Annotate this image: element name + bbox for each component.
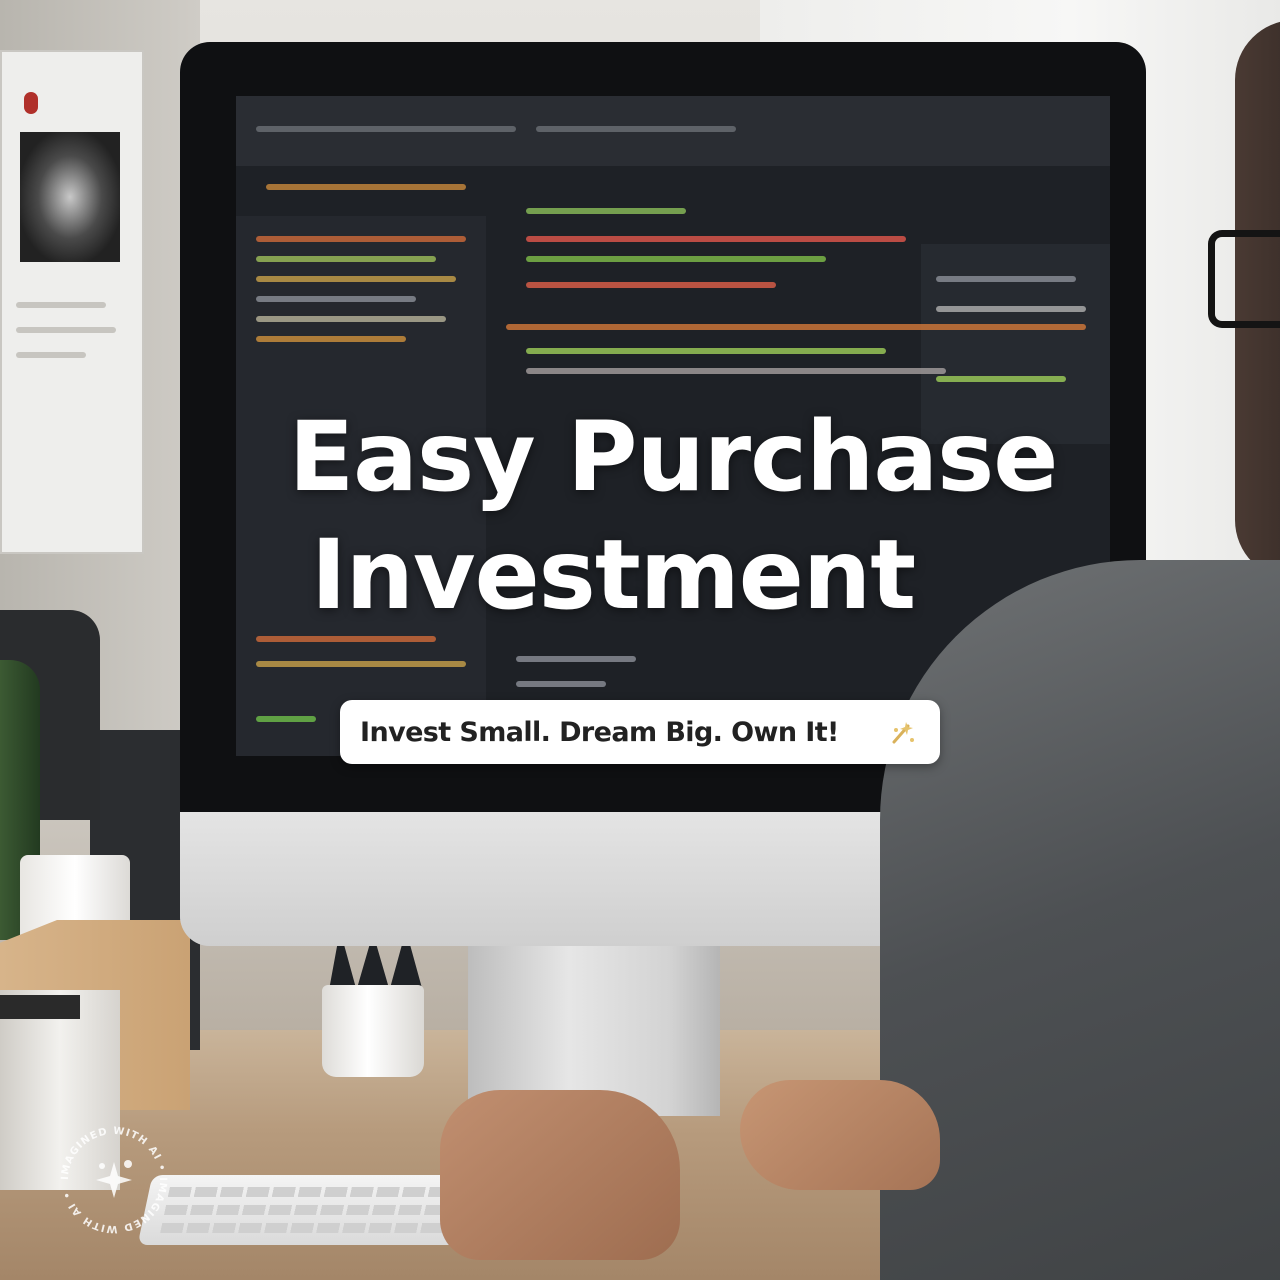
code-line xyxy=(526,282,776,288)
code-line xyxy=(266,184,466,190)
poster-pin xyxy=(24,92,38,114)
code-line xyxy=(936,376,1066,382)
headline-line-2: Investment xyxy=(310,519,916,631)
tagline-pill: Invest Small. Dream Big. Own It! xyxy=(340,700,940,764)
code-line xyxy=(526,256,826,262)
code-line xyxy=(526,236,906,242)
poster-line xyxy=(16,302,106,308)
code-line xyxy=(256,336,406,342)
tagline-text: Invest Small. Dream Big. Own It! xyxy=(360,716,839,748)
pen-holder-mug xyxy=(322,985,424,1077)
code-line xyxy=(256,236,466,242)
code-line xyxy=(256,636,436,642)
code-line xyxy=(936,306,1086,312)
code-line xyxy=(506,324,1086,330)
ai-watermark: IMAGINED WITH AI • IMAGINED WITH AI • xyxy=(60,1126,167,1235)
code-line xyxy=(256,276,456,282)
code-line xyxy=(526,368,946,374)
poster-line xyxy=(16,327,116,333)
code-line xyxy=(256,661,466,667)
code-line xyxy=(536,126,736,132)
code-line xyxy=(256,716,316,722)
poster-image xyxy=(20,132,120,262)
code-line xyxy=(256,126,516,132)
code-line xyxy=(936,276,1076,282)
code-line xyxy=(256,296,416,302)
ai-sparkle-icon xyxy=(96,1160,132,1198)
sparkle-icon xyxy=(892,722,914,744)
wall-poster xyxy=(0,50,144,554)
code-line xyxy=(516,681,606,687)
left-hand xyxy=(440,1090,680,1260)
right-hand xyxy=(740,1080,940,1190)
code-line xyxy=(526,348,886,354)
person-shoulder xyxy=(880,560,1280,1280)
headline-line-1: Easy Purchase xyxy=(288,401,1059,513)
desk-box-lid xyxy=(0,995,80,1019)
code-line xyxy=(256,316,446,322)
code-line xyxy=(516,656,636,662)
code-line xyxy=(256,256,436,262)
glasses xyxy=(1208,230,1280,328)
headline: Easy Purchase Investment xyxy=(236,398,1110,634)
poster-line xyxy=(16,352,86,358)
photo-scene xyxy=(0,0,1280,1280)
code-line xyxy=(526,208,686,214)
